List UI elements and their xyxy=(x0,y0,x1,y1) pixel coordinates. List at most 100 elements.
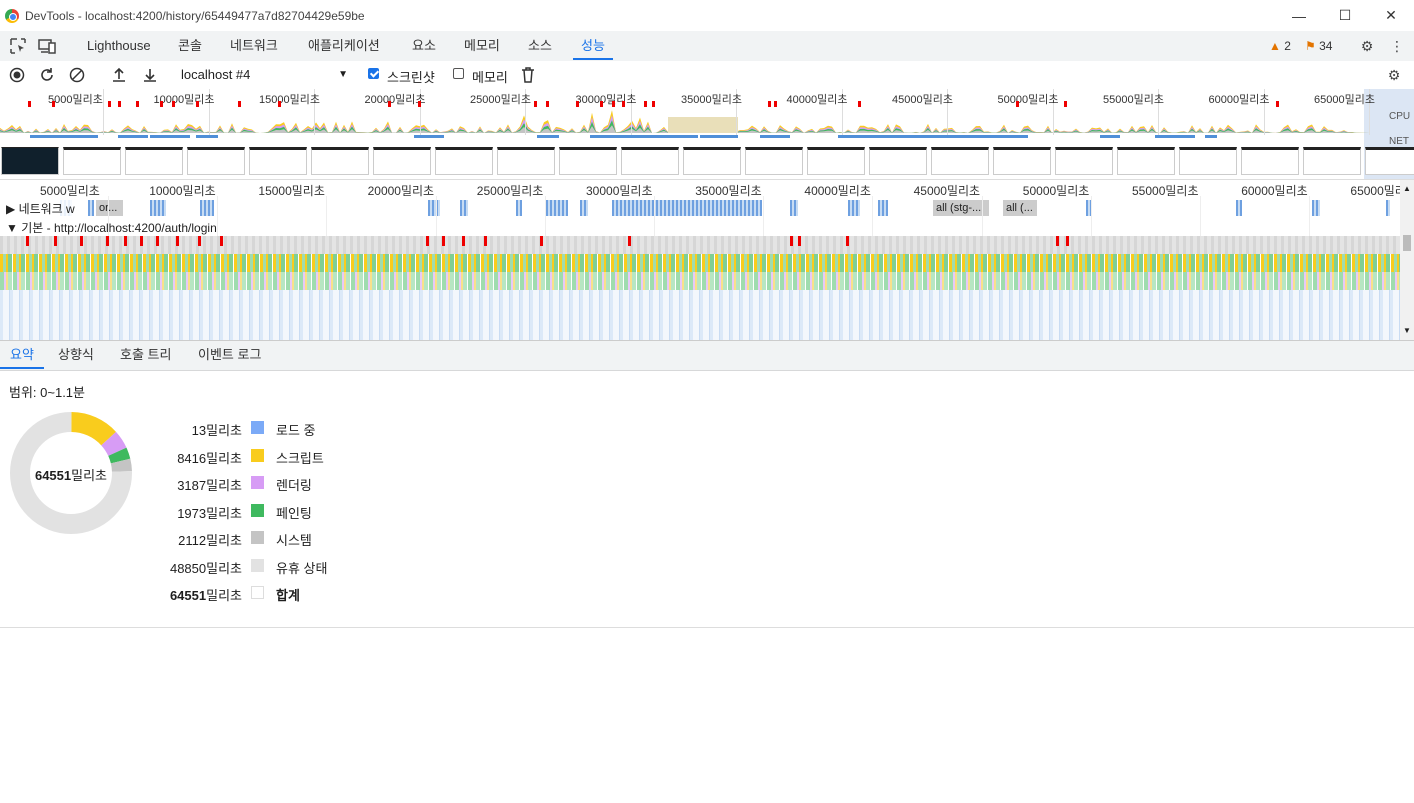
reload-record-icon[interactable] xyxy=(38,66,56,84)
legend-row-rendering: 3187밀리초 렌더링 xyxy=(0,473,400,493)
screenshot-thumbnail[interactable] xyxy=(187,147,245,175)
legend-row-idle: 48850밀리초 유휴 상태 xyxy=(0,556,400,576)
network-request-bar[interactable] xyxy=(460,200,468,216)
trash-icon[interactable] xyxy=(519,66,537,84)
memory-checkbox[interactable] xyxy=(453,68,464,79)
tab-lighthouse[interactable]: Lighthouse xyxy=(79,31,159,60)
screenshot-thumbnail[interactable] xyxy=(1,147,59,175)
network-request-bar[interactable] xyxy=(516,200,522,216)
long-task-marker xyxy=(176,236,179,246)
tab-application[interactable]: 애플리케이션 xyxy=(300,31,388,60)
screenshot-thumbnail[interactable] xyxy=(1365,147,1414,175)
subtask-track[interactable] xyxy=(0,290,1400,340)
download-icon[interactable] xyxy=(141,66,159,84)
timeline-tick-label: 30000밀리초 xyxy=(586,184,653,198)
screenshot-thumbnail[interactable] xyxy=(497,147,555,175)
tab-memory[interactable]: 메모리 xyxy=(456,31,508,60)
screenshot-thumbnail[interactable] xyxy=(1179,147,1237,175)
screenshot-thumbnail[interactable] xyxy=(63,147,121,175)
screenshot-thumbnail[interactable] xyxy=(1117,147,1175,175)
more-options-icon[interactable]: ⋮ xyxy=(1388,37,1406,55)
inspect-element-icon[interactable] xyxy=(9,37,27,55)
warnings-badge[interactable]: ▲ 2 xyxy=(1269,39,1291,53)
timeline-overview[interactable]: CPU NET 5000밀리초 10000밀리초 15000밀리초 20000밀리초 2… xyxy=(0,89,1414,180)
screenshot-thumbnail[interactable] xyxy=(931,147,989,175)
network-request-chip[interactable]: or... xyxy=(96,200,123,216)
screenshot-thumbnail[interactable] xyxy=(1303,147,1361,175)
screenshot-checkbox[interactable] xyxy=(368,68,379,79)
long-task-marker xyxy=(644,101,647,107)
issues-badge[interactable]: ⚑ 34 xyxy=(1305,39,1332,53)
overview-tick-label: 65000밀리초 xyxy=(1314,94,1375,106)
network-request-bar[interactable] xyxy=(88,200,94,216)
tab-sources[interactable]: 소스 xyxy=(520,31,560,60)
network-request-bar[interactable] xyxy=(1236,200,1242,216)
clear-icon[interactable] xyxy=(68,66,86,84)
profile-select[interactable]: localhost #4 ▼ xyxy=(174,65,350,85)
tab-console[interactable]: 콘솔 xyxy=(170,31,210,60)
legend-row-total: 64551밀리초 합계 xyxy=(0,583,400,603)
upload-icon[interactable] xyxy=(110,66,128,84)
screenshot-thumbnail[interactable] xyxy=(869,147,927,175)
main-thread-track-title[interactable]: ▼ 기본 - http://localhost:4200/auth/login xyxy=(6,219,217,236)
network-request-bar[interactable] xyxy=(790,200,798,216)
timeline-tick-label: 25000밀리초 xyxy=(476,184,544,198)
network-request-chip[interactable]: all (stg-... xyxy=(933,200,989,216)
network-request-bar[interactable] xyxy=(1312,200,1320,216)
screenshot-thumbnail[interactable] xyxy=(683,147,741,175)
device-toolbar-icon[interactable] xyxy=(38,37,56,55)
close-button[interactable]: ✕ xyxy=(1368,0,1414,31)
network-request-bar[interactable] xyxy=(546,200,568,216)
maximize-button[interactable]: ☐ xyxy=(1322,0,1368,31)
tab-bottom-up[interactable]: 상향식 xyxy=(48,341,104,369)
window-title: DevTools - localhost:4200/history/654494… xyxy=(25,8,365,23)
screenshot-thumbnail[interactable] xyxy=(745,147,803,175)
screenshot-thumbnail[interactable] xyxy=(373,147,431,175)
network-request-bar[interactable] xyxy=(580,200,588,216)
minimize-button[interactable]: — xyxy=(1276,0,1322,31)
screenshot-thumbnail[interactable] xyxy=(993,147,1051,175)
tab-elements[interactable]: 요소 xyxy=(404,31,444,60)
tab-performance[interactable]: 성능 xyxy=(573,31,613,60)
tab-summary[interactable]: 요약 xyxy=(0,341,44,369)
scroll-down-icon[interactable]: ▼ xyxy=(1403,326,1411,335)
settings-gear-icon[interactable]: ⚙ xyxy=(1358,37,1376,55)
network-request-bar[interactable] xyxy=(878,200,888,216)
screenshot-thumbnail[interactable] xyxy=(249,147,307,175)
network-request-chip[interactable]: all (... xyxy=(1003,200,1037,216)
summary-panel: 범위: 0~1.1분 64551밀리초 13밀리초 로드 중 8416밀리초 스… xyxy=(0,371,1414,628)
record-icon[interactable] xyxy=(8,66,26,84)
screenshot-thumbnail[interactable] xyxy=(1241,147,1299,175)
overview-gridline xyxy=(103,89,104,135)
screenshot-thumbnail[interactable] xyxy=(807,147,865,175)
screenshot-thumbnail[interactable] xyxy=(621,147,679,175)
screenshot-thumbnail[interactable] xyxy=(559,147,617,175)
network-track-title[interactable]: ▶ 네트워크 w xyxy=(6,200,75,217)
timeline-scrollbar[interactable]: ▲ ▼ xyxy=(1400,180,1414,340)
cpu-activity-chart xyxy=(0,110,1370,133)
scrollbar-thumb[interactable] xyxy=(1403,235,1411,251)
screenshot-thumbnail[interactable] xyxy=(435,147,493,175)
network-request-bar[interactable] xyxy=(428,200,440,216)
scroll-up-icon[interactable]: ▲ xyxy=(1403,184,1411,193)
tab-event-log[interactable]: 이벤트 로그 xyxy=(188,341,271,369)
tab-network[interactable]: 네트워크 xyxy=(222,31,286,60)
screenshot-thumbnail[interactable] xyxy=(1055,147,1113,175)
network-request-bar[interactable] xyxy=(612,200,762,216)
rendering-track[interactable] xyxy=(0,272,1400,290)
network-activity-bar xyxy=(658,135,698,138)
timeline-tick-label: 55000밀리초 xyxy=(1132,184,1199,198)
network-request-bar[interactable] xyxy=(1386,200,1390,216)
network-request-bar[interactable] xyxy=(848,200,860,216)
capture-settings-gear-icon[interactable]: ⚙ xyxy=(1385,66,1403,84)
long-task-marker xyxy=(540,236,543,246)
task-track[interactable] xyxy=(0,236,1400,254)
scripting-track[interactable] xyxy=(0,254,1400,272)
network-request-bar[interactable] xyxy=(200,200,214,216)
tab-call-tree[interactable]: 호출 트리 xyxy=(110,341,181,369)
overview-tick-label: 25000밀리초 xyxy=(470,94,531,106)
screenshot-thumbnail[interactable] xyxy=(125,147,183,175)
timeline-flamechart[interactable]: ▶ 네트워크 w or... all (stg-... all (... ▼ 기… xyxy=(0,180,1414,341)
screenshot-thumbnail[interactable] xyxy=(311,147,369,175)
network-request-bar[interactable] xyxy=(150,200,166,216)
